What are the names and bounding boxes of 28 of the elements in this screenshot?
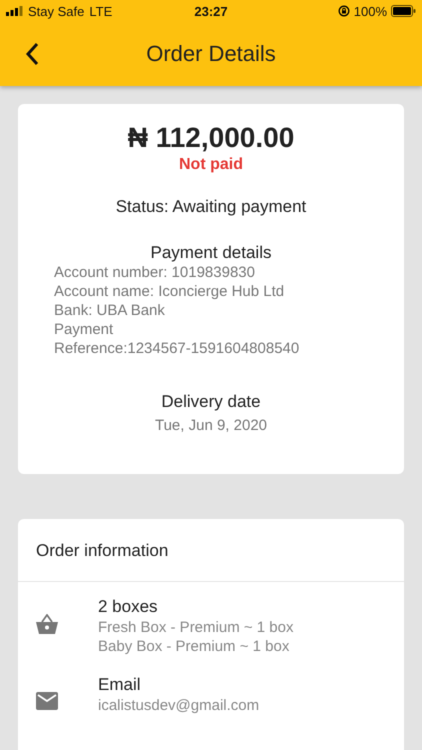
- battery-icon: [391, 5, 416, 17]
- payment-detail-line: Reference:1234567-1591604808540: [54, 339, 300, 358]
- section-title: Delivery date: [161, 392, 261, 412]
- order-status: Status: Awaiting payment: [116, 197, 306, 217]
- item-detail: icalistusdev@gmail.com: [98, 696, 260, 715]
- basket-icon: [36, 614, 58, 634]
- network-type: LTE: [89, 4, 112, 18]
- order-amount: ₦ 112,000.00: [128, 122, 294, 154]
- item-detail: Fresh Box - Premium ~ 1 box: [98, 618, 294, 637]
- rotation-lock-icon: [338, 5, 350, 17]
- clock-time: 23:27: [194, 4, 228, 18]
- back-icon[interactable]: [25, 42, 39, 66]
- payment-detail-line: Account number: 1019839830: [54, 263, 256, 282]
- page-title: Order Details: [146, 41, 276, 67]
- item-detail: Baby Box - Premium ~ 1 box: [98, 637, 290, 656]
- signal-icon: [6, 6, 23, 16]
- section-title: Payment details: [150, 243, 272, 263]
- payment-detail-line: Account name: Iconcierge Hub Ltd: [54, 282, 286, 301]
- section-title: Order information: [18, 519, 404, 582]
- item-title: 2 boxes: [98, 596, 159, 618]
- payment-detail-line: Bank: UBA Bank: [54, 301, 166, 320]
- item-title: Email: [98, 674, 142, 696]
- carrier-name: Stay Safe: [28, 4, 84, 18]
- payment-state: Not paid: [179, 156, 243, 174]
- battery-percent: 100%: [354, 4, 387, 18]
- payment-detail-line: Payment: [54, 320, 114, 339]
- delivery-date: Tue, Jun 9, 2020: [154, 417, 268, 434]
- email-icon: [36, 692, 58, 710]
